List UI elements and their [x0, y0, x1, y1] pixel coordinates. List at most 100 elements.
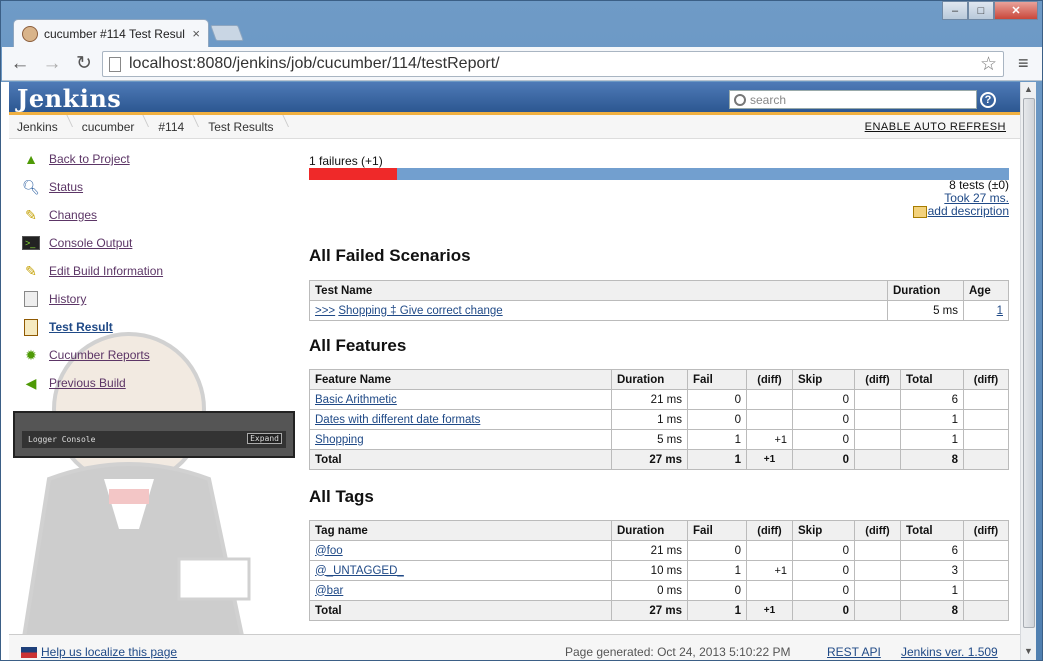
- sidebar-item-previous-build[interactable]: ◀ Previous Build: [21, 373, 126, 393]
- help-icon[interactable]: ?: [980, 92, 996, 108]
- skip-diff-cell: [854, 389, 901, 410]
- sidebar-item-label[interactable]: History: [49, 292, 86, 306]
- column-header[interactable]: Total: [900, 520, 964, 541]
- column-header[interactable]: Fail: [687, 520, 747, 541]
- sidebar-item-label[interactable]: Test Result: [49, 320, 113, 334]
- column-header[interactable]: (diff): [854, 520, 901, 541]
- failure-fill: [309, 168, 397, 180]
- address-bar[interactable]: localhost:8080/jenkins/job/cucumber/114/…: [102, 51, 1004, 77]
- column-header[interactable]: Tag name: [309, 520, 612, 541]
- duration-total-cell: 27 ms: [611, 600, 688, 621]
- column-header[interactable]: (diff): [746, 520, 793, 541]
- table-row: Dates with different date formats 1 ms 0 0 1: [309, 409, 1009, 430]
- tab-close-icon[interactable]: ×: [192, 26, 200, 41]
- column-header[interactable]: Fail: [687, 369, 747, 390]
- sidebar-item-label[interactable]: Changes: [49, 208, 97, 222]
- logger-expand-button[interactable]: Expand: [247, 433, 282, 444]
- total-diff-cell: [963, 580, 1009, 601]
- column-header[interactable]: (diff): [854, 369, 901, 390]
- forward-arrow-icon[interactable]: →: [38, 50, 66, 78]
- sidebar-item-label[interactable]: Status: [49, 180, 83, 194]
- column-header[interactable]: Skip: [792, 369, 855, 390]
- test-name-cell: >>> Shopping ‡ Give correct change: [309, 300, 888, 321]
- flag-icon: [21, 647, 37, 659]
- column-header[interactable]: Feature Name: [309, 369, 612, 390]
- name-cell: Shopping: [309, 429, 612, 450]
- table-row: @_UNTAGGED_ 10 ms 1 +1 0 3: [309, 560, 1009, 581]
- row-link[interactable]: Dates with different date formats: [315, 414, 480, 426]
- close-window-button[interactable]: ✕: [994, 1, 1038, 20]
- jenkins-version-link[interactable]: Jenkins ver. 1.509: [901, 645, 998, 659]
- sidebar-item-edit-build-information[interactable]: ✎ Edit Build Information: [21, 261, 163, 281]
- column-header[interactable]: (diff): [963, 369, 1009, 390]
- column-header[interactable]: Duration: [611, 369, 688, 390]
- search-input[interactable]: search: [750, 93, 786, 107]
- expand-link[interactable]: >>>: [315, 305, 335, 317]
- fail-diff-total-cell: +1: [746, 449, 793, 470]
- sidebar-item-console-output[interactable]: >_ Console Output: [21, 233, 132, 253]
- failed-scenarios-heading: All Failed Scenarios: [309, 246, 471, 265]
- age-link[interactable]: 1: [997, 305, 1003, 317]
- sidebar-item-test-result[interactable]: Test Result: [21, 317, 113, 337]
- row-link[interactable]: @foo: [315, 545, 343, 557]
- enable-auto-refresh-link[interactable]: ENABLE AUTO REFRESH: [865, 121, 1006, 133]
- sidebar-item-label[interactable]: Previous Build: [49, 376, 126, 390]
- scrollbar-thumb[interactable]: [1023, 98, 1035, 628]
- vertical-scrollbar[interactable]: ▲ ▼: [1020, 82, 1036, 660]
- column-header[interactable]: (diff): [963, 520, 1009, 541]
- maximize-button[interactable]: □: [968, 1, 994, 20]
- scroll-down-icon[interactable]: ▼: [1023, 646, 1034, 658]
- scroll-up-icon[interactable]: ▲: [1023, 84, 1034, 96]
- sidebar-item-label[interactable]: Edit Build Information: [49, 264, 163, 278]
- column-header[interactable]: Test Name: [309, 280, 888, 301]
- rest-api-link[interactable]: REST API: [827, 645, 881, 659]
- breadcrumb-jenkins[interactable]: Jenkins: [9, 115, 68, 139]
- sidebar-item-label[interactable]: Back to Project: [49, 152, 130, 166]
- table-header-row: Test Name Duration Age: [309, 280, 1009, 301]
- up-arrow-icon: ▲: [24, 151, 38, 167]
- clipboard-icon: [21, 318, 41, 336]
- took-link[interactable]: Took 27 ms.: [944, 191, 1009, 205]
- sidebar-item-status[interactable]: 🔍︎ Status: [21, 177, 83, 197]
- total-cell: 6: [900, 389, 964, 410]
- column-header[interactable]: Duration: [887, 280, 964, 301]
- jenkins-logo[interactable]: Jenkins: [17, 84, 121, 113]
- breadcrumb-build[interactable]: #114: [150, 115, 194, 139]
- column-header[interactable]: Age: [963, 280, 1009, 301]
- column-header[interactable]: Skip: [792, 520, 855, 541]
- column-header[interactable]: (diff): [746, 369, 793, 390]
- localize-link[interactable]: Help us localize this page: [41, 645, 177, 659]
- breadcrumb-test-results[interactable]: Test Results: [200, 115, 283, 139]
- search-box[interactable]: search: [729, 90, 977, 109]
- bookmark-star-icon[interactable]: ☆: [980, 53, 997, 76]
- failed-test-link[interactable]: Shopping ‡ Give correct change: [338, 305, 502, 317]
- column-header[interactable]: Duration: [611, 520, 688, 541]
- row-link[interactable]: Shopping: [315, 434, 364, 446]
- url-text[interactable]: localhost:8080/jenkins/job/cucumber/114/…: [129, 55, 980, 73]
- browser-tab[interactable]: cucumber #114 Test Resul ×: [13, 19, 209, 47]
- breadcrumb-cucumber[interactable]: cucumber: [74, 115, 145, 139]
- row-link[interactable]: @_UNTAGGED_: [315, 565, 404, 577]
- sidebar-item-history[interactable]: History: [21, 289, 86, 309]
- minimize-button[interactable]: –: [942, 1, 968, 20]
- page-content: Jenkins search ? Jenkins cucumber #114 T…: [9, 82, 1020, 660]
- sidebar-item-cucumber-reports[interactable]: ✹ Cucumber Reports: [21, 345, 150, 365]
- reload-icon[interactable]: ↻: [70, 50, 98, 78]
- main-panel: 1 failures (+1) 8 tests (±0) Took 27 ms.…: [309, 139, 1009, 649]
- row-link[interactable]: Basic Arithmetic: [315, 394, 397, 406]
- name-cell: Basic Arithmetic: [309, 389, 612, 410]
- sidebar-item-back-to-project[interactable]: ▲ Back to Project: [21, 149, 130, 169]
- fail-diff-cell: [746, 580, 793, 601]
- sidebar-item-changes[interactable]: ✎ Changes: [21, 205, 97, 225]
- skip-cell: 0: [792, 409, 855, 430]
- sidebar-item-label[interactable]: Cucumber Reports: [49, 348, 150, 362]
- column-header[interactable]: Total: [900, 369, 964, 390]
- empty-total-cell: [854, 449, 901, 470]
- new-tab-button[interactable]: [210, 25, 244, 41]
- browser-menu-icon[interactable]: ≡: [1018, 53, 1032, 74]
- row-link[interactable]: @bar: [315, 585, 343, 597]
- sidebar-item-label[interactable]: Console Output: [49, 236, 132, 250]
- back-arrow-icon[interactable]: ←: [6, 50, 34, 78]
- add-description-link[interactable]: add description: [928, 204, 1009, 218]
- search-icon: [734, 93, 746, 106]
